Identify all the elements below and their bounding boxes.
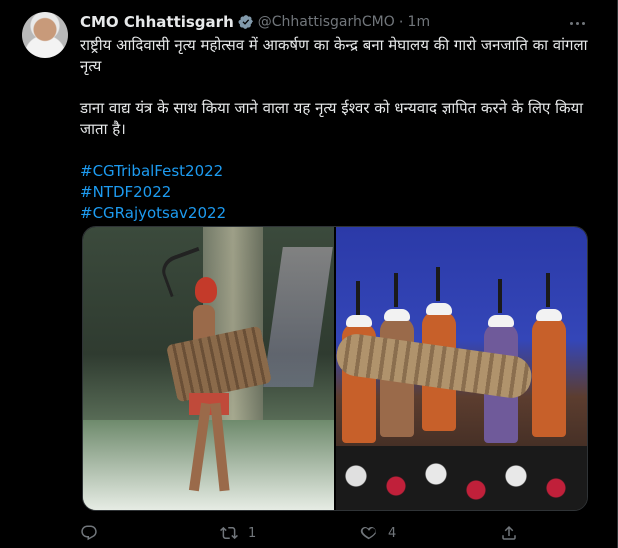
tweet-header: CMO Chhattisgarh @ChhattisgarhCMO · 1m (80, 12, 430, 32)
share-icon (502, 525, 516, 540)
heart-icon (360, 526, 377, 540)
reply-icon (81, 525, 97, 541)
tweet-text: राष्ट्रीय आदिवासी नृत्य महोत्सव में आकर्… (80, 35, 588, 224)
retweet-button[interactable]: 1 (220, 524, 256, 542)
retweet-count: 1 (248, 525, 257, 541)
tweet-text-paragraph-1: राष्ट्रीय आदिवासी नृत्य महोत्सव में आकर्… (80, 36, 588, 75)
avatar[interactable] (22, 12, 68, 58)
photo-group-dance[interactable] (336, 227, 587, 510)
media-grid (82, 226, 588, 511)
tweet-timestamp[interactable]: 1m (408, 14, 431, 30)
display-name[interactable]: CMO Chhattisgarh (80, 13, 234, 31)
hashtag-link[interactable]: #CGRajyotsav2022 (80, 203, 588, 224)
more-options-icon[interactable] (568, 13, 588, 29)
like-count: 4 (388, 525, 397, 541)
user-handle[interactable]: @ChhattisgarhCMO (258, 14, 395, 30)
tweet-actions: 1 4 (80, 524, 588, 542)
hashtag-link[interactable]: #NTDF2022 (80, 182, 588, 203)
separator-dot: · (398, 13, 404, 31)
verified-badge-icon (238, 15, 253, 29)
retweet-icon (220, 526, 238, 540)
like-button[interactable]: 4 (360, 524, 396, 542)
photo-dancer-with-drum[interactable] (83, 227, 334, 510)
tweet-card[interactable]: CMO Chhattisgarh @ChhattisgarhCMO · 1m र… (0, 0, 618, 548)
reply-button[interactable] (80, 524, 108, 542)
tweet-text-paragraph-2: डाना वाद्य यंत्र के साथ किया जाने वाला य… (80, 99, 584, 138)
share-button[interactable] (500, 524, 528, 542)
hashtag-link[interactable]: #CGTribalFest2022 (80, 161, 588, 182)
